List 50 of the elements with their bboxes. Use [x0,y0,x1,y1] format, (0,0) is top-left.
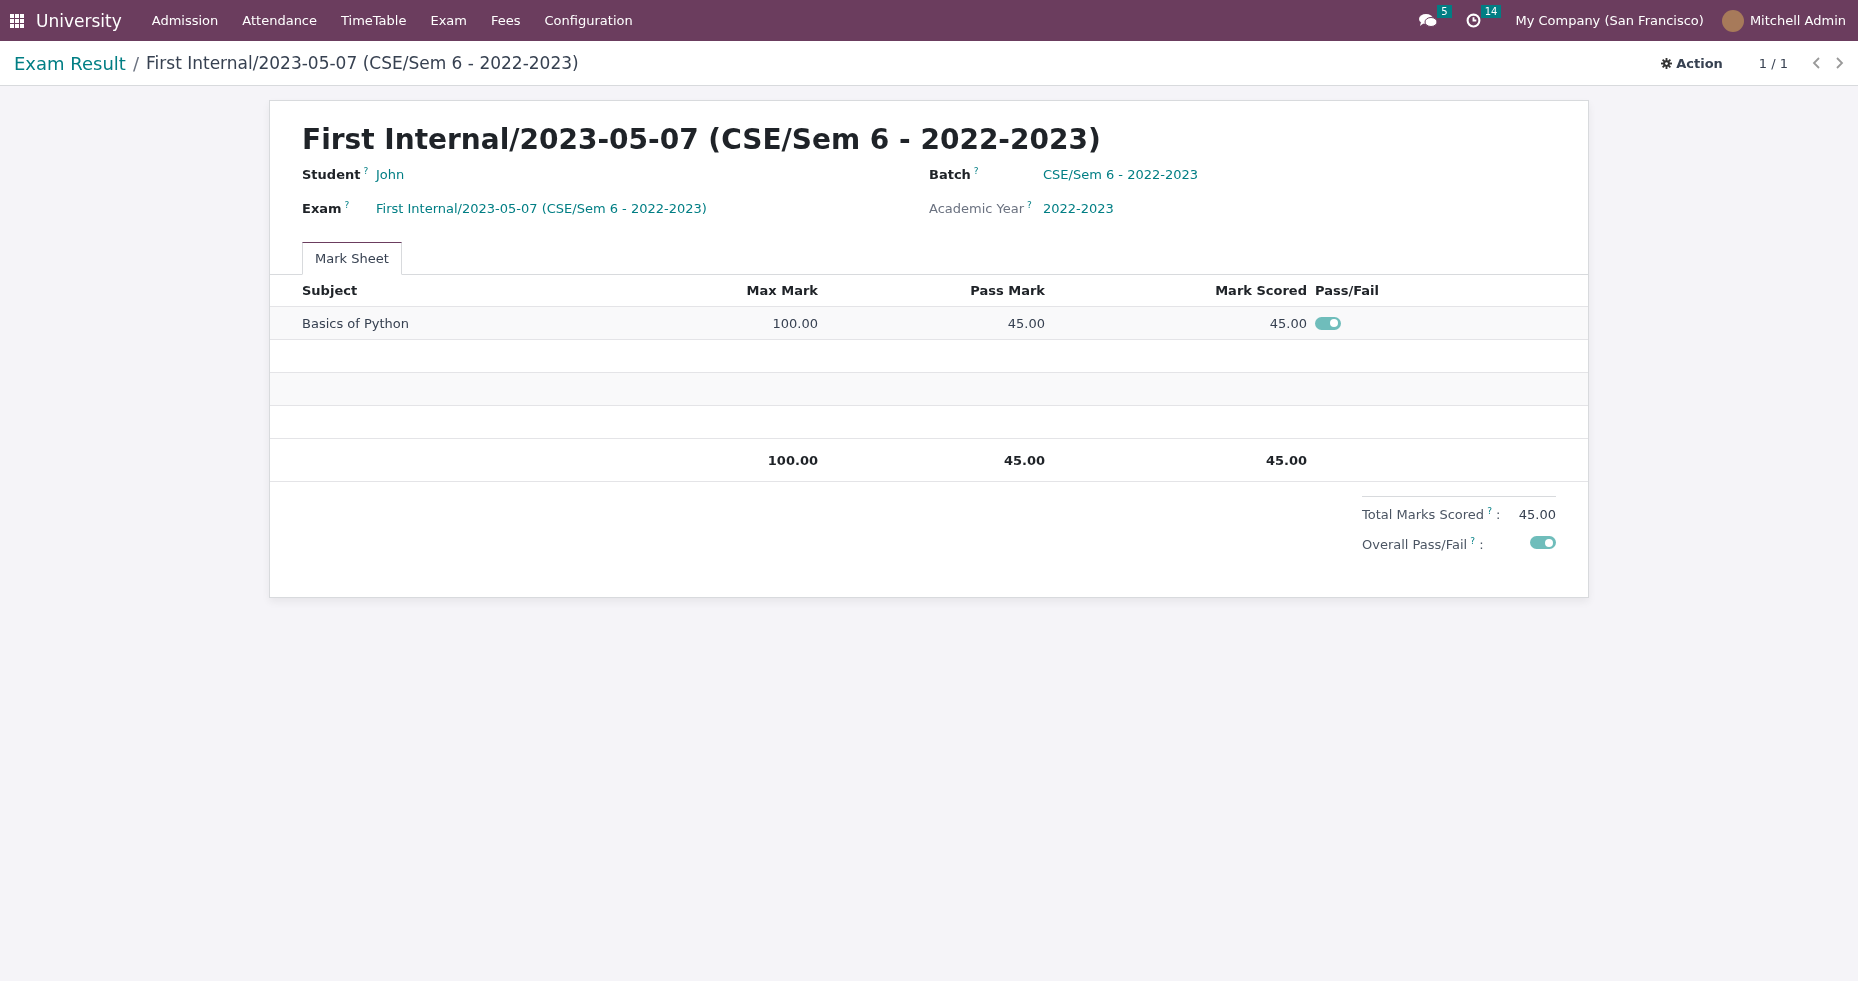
field-value[interactable]: 2022-2023 [1043,201,1114,217]
menu-item[interactable]: Attendance [242,13,317,28]
total-cell: 45.00 [1265,452,1307,468]
field-label: Student $^{?}$ [302,166,370,183]
column-header[interactable]: Pass/Fail [1307,283,1588,298]
table-cell: 100.00 [772,315,818,331]
column-header[interactable]: Subject [302,283,632,298]
total-cell: 45.00 [1003,452,1045,468]
breadcrumb-current: First Internal/2023-05-07 (CSE/Sem 6 - 2022-2023) [146,53,579,73]
menu-item[interactable]: Fees [491,13,521,28]
table-cell: 45.00 [1007,315,1045,331]
field-label: Batch $^{?}$ [929,166,980,183]
field-label: Exam $^{?}$ [302,200,351,217]
gear-icon[interactable] [1661,57,1673,69]
company-switcher[interactable]: My Company (San Francisco) [1515,13,1704,28]
user-avatar[interactable] [1721,9,1744,32]
next-icon[interactable] [1834,57,1844,69]
breadcrumb-separator: / [132,52,139,74]
app-grid-icon[interactable] [10,13,24,28]
total-marks-label: Total Marks Scored $^{?}$ : [1362,505,1501,523]
field-value[interactable]: CSE/Sem 6 - 2022-2023 [1043,167,1199,183]
total-cell: 100.00 [767,452,818,468]
tab[interactable]: Mark Sheet [302,242,402,275]
activity-count-badge: 14 [1480,5,1502,18]
message-count-badge: 5 [1437,5,1452,18]
toggle-switch[interactable] [1315,316,1341,330]
menu-item[interactable]: Configuration [544,13,633,28]
app-name[interactable]: University [36,10,122,31]
field-value[interactable]: First Internal/2023-05-07 (CSE/Sem 6 - 2022-2023) [376,201,707,217]
column-header[interactable]: Pass Mark [970,283,1045,298]
column-header[interactable]: Mark Scored [1215,283,1307,298]
field-value[interactable]: John [376,167,405,183]
field-label: Academic Year $^{?}$ [929,200,1033,217]
total-marks-value: 45.00 [1518,506,1556,522]
previous-icon[interactable] [1812,57,1822,69]
user-menu[interactable]: Mitchell Admin [1749,13,1846,28]
column-header[interactable]: Max Mark [746,283,818,298]
record-title: First Internal/2023-05-07 (CSE/Sem 6 - 2022-2023) [302,123,1102,156]
action-button[interactable]: Action [1655,54,1729,72]
clock-icon[interactable] [1465,13,1481,28]
overall-result-label: Overall Pass/Fail $^{?}$ : [1362,535,1484,553]
breadcrumb-link[interactable]: Exam Result [14,52,126,74]
menu-item[interactable]: Exam [430,13,467,28]
table-cell: 45.00 [1269,315,1307,331]
menu-item[interactable]: Admission [151,13,219,28]
chat-icon[interactable] [1419,13,1438,28]
menu-item[interactable]: TimeTable [341,13,407,28]
pager-value: 1 / 1 [1758,55,1788,71]
table-cell-text: Basics of Python [302,315,411,331]
toggle-switch[interactable] [1530,536,1556,549]
